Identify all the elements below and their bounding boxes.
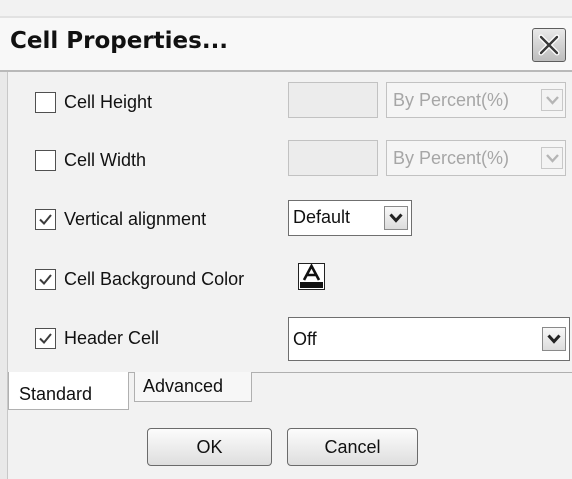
- cancel-button[interactable]: Cancel: [287, 428, 418, 466]
- cell-width-label: Cell Width: [64, 150, 147, 170]
- checkmark-icon: [39, 274, 52, 285]
- dialog-title: Cell Properties...: [10, 28, 229, 54]
- cell-width-checkbox[interactable]: [35, 150, 56, 171]
- properties-panel: Cell Height By Percent(%) Cell Width By …: [8, 72, 572, 372]
- header-cell-value: Off: [293, 329, 317, 349]
- tab-advanced-label: Advanced: [143, 376, 224, 396]
- cell-background-color-label: Cell Background Color: [64, 269, 245, 289]
- cell-height-input[interactable]: [288, 82, 378, 118]
- title-bar[interactable]: Cell Properties...: [0, 16, 572, 72]
- text-color-a-icon: [300, 263, 323, 288]
- close-x-icon: [538, 34, 560, 56]
- cell-background-color-checkbox[interactable]: [35, 269, 56, 290]
- checkmark-icon: [39, 214, 52, 225]
- chevron-down-icon: [541, 147, 563, 169]
- header-cell-checkbox[interactable]: [35, 328, 56, 349]
- vertical-alignment-checkbox[interactable]: [35, 209, 56, 230]
- tab-standard-label: Standard: [19, 384, 93, 404]
- dialog-left-border: [0, 72, 8, 479]
- tab-standard[interactable]: Standard: [8, 372, 129, 410]
- cell-properties-dialog: Cell Properties... Cell Height By Percen…: [0, 0, 572, 479]
- chevron-down-icon: [384, 206, 408, 230]
- vertical-alignment-select[interactable]: Default: [288, 200, 412, 236]
- chevron-down-icon: [542, 327, 566, 351]
- row-vertical-alignment: Vertical alignment Default: [8, 199, 572, 243]
- cell-width-unit-select[interactable]: By Percent(%): [386, 140, 566, 176]
- checkmark-icon: [39, 333, 52, 344]
- row-cell-background-color: Cell Background Color: [8, 259, 572, 303]
- header-cell-select[interactable]: Off: [288, 317, 570, 361]
- row-cell-height: Cell Height By Percent(%): [8, 80, 572, 124]
- cell-height-unit-select[interactable]: By Percent(%): [386, 82, 566, 118]
- vertical-alignment-label: Vertical alignment: [64, 209, 207, 229]
- chevron-down-icon: [541, 89, 563, 111]
- vertical-alignment-value: Default: [293, 207, 351, 227]
- cell-height-checkbox[interactable]: [35, 92, 56, 113]
- close-button[interactable]: [532, 28, 566, 62]
- tab-strip: Standard Advanced: [8, 372, 572, 413]
- cell-height-unit-value: By Percent(%): [393, 90, 510, 110]
- cell-width-input[interactable]: [288, 140, 378, 176]
- row-cell-width: Cell Width By Percent(%): [8, 139, 572, 183]
- header-cell-label: Header Cell: [64, 328, 160, 348]
- row-header-cell: Header Cell Off: [8, 317, 572, 363]
- ok-button[interactable]: OK: [147, 428, 272, 466]
- cell-width-unit-value: By Percent(%): [393, 148, 510, 168]
- background-color-picker-button[interactable]: [298, 263, 325, 290]
- cell-height-label: Cell Height: [64, 92, 153, 112]
- tab-advanced[interactable]: Advanced: [134, 372, 252, 402]
